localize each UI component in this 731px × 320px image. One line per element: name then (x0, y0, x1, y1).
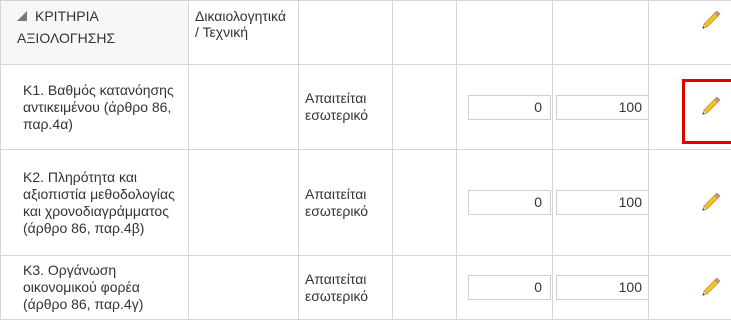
max-score-field[interactable]: 100 (556, 190, 649, 215)
max-score-cell: 100 (553, 256, 649, 320)
header-empty-cell (457, 1, 553, 65)
pencil-icon[interactable] (700, 190, 722, 212)
requirement-cell: Απαιτείται εσωτερικό (299, 256, 393, 320)
documents-cell (189, 256, 299, 320)
edit-cell (649, 65, 731, 150)
empty-cell (393, 150, 457, 256)
header-edit-cell (649, 1, 731, 65)
criterion-name: Κ3. Οργάνωση οικονομικού φορέα (άρθρο 86… (1, 256, 189, 320)
min-score-cell: 0 (457, 150, 553, 256)
documents-column-header: Δικαιολογητικά / Τεχνική (189, 1, 299, 65)
table-row: Κ2. Πληρότητα και αξιοπιστία μεθοδολογία… (1, 150, 731, 256)
criteria-group-title: ΚΡΙΤΗΡΙΑ ΑΞΙΟΛΟΓΗΣΗΣ (17, 8, 115, 46)
header-empty-cell (393, 1, 457, 65)
table-row: Κ1. Βαθμός κατανόησης αντικειμένου (άρθρ… (1, 65, 731, 150)
pencil-icon[interactable] (700, 8, 722, 30)
requirement-cell: Απαιτείται εσωτερικό (299, 150, 393, 256)
documents-cell (189, 65, 299, 150)
max-score-cell: 100 (553, 150, 649, 256)
min-score-field[interactable]: 0 (468, 95, 551, 120)
empty-cell (393, 256, 457, 320)
max-score-field[interactable]: 100 (556, 275, 649, 300)
min-score-cell: 0 (457, 256, 553, 320)
table-row: Κ3. Οργάνωση οικονομικού φορέα (άρθρο 86… (1, 256, 731, 320)
header-empty-cell (553, 1, 649, 65)
min-score-field[interactable]: 0 (468, 190, 551, 215)
empty-cell (393, 65, 457, 150)
min-score-field[interactable]: 0 (468, 275, 551, 300)
header-empty-cell (299, 1, 393, 65)
pencil-icon[interactable] (700, 94, 722, 116)
requirement-cell: Απαιτείται εσωτερικό (299, 65, 393, 150)
criteria-group-header-row: ΚΡΙΤΗΡΙΑ ΑΞΙΟΛΟΓΗΣΗΣ Δικαιολογητικά / Τε… (1, 1, 731, 65)
min-score-cell: 0 (457, 65, 553, 150)
edit-cell (649, 150, 731, 256)
triangle-collapse-icon[interactable] (17, 11, 27, 21)
documents-cell (189, 150, 299, 256)
criterion-name: Κ1. Βαθμός κατανόησης αντικειμένου (άρθρ… (1, 65, 189, 150)
max-score-cell: 100 (553, 65, 649, 150)
criteria-table: ΚΡΙΤΗΡΙΑ ΑΞΙΟΛΟΓΗΣΗΣ Δικαιολογητικά / Τε… (0, 0, 731, 320)
max-score-field[interactable]: 100 (556, 95, 649, 120)
evaluation-criteria-panel: ΚΡΙΤΗΡΙΑ ΑΞΙΟΛΟΓΗΣΗΣ Δικαιολογητικά / Τε… (0, 0, 731, 315)
pencil-icon[interactable] (700, 275, 722, 297)
criterion-name: Κ2. Πληρότητα και αξιοπιστία μεθοδολογία… (1, 150, 189, 256)
criteria-group-cell[interactable]: ΚΡΙΤΗΡΙΑ ΑΞΙΟΛΟΓΗΣΗΣ (1, 1, 189, 65)
edit-cell (649, 256, 731, 320)
